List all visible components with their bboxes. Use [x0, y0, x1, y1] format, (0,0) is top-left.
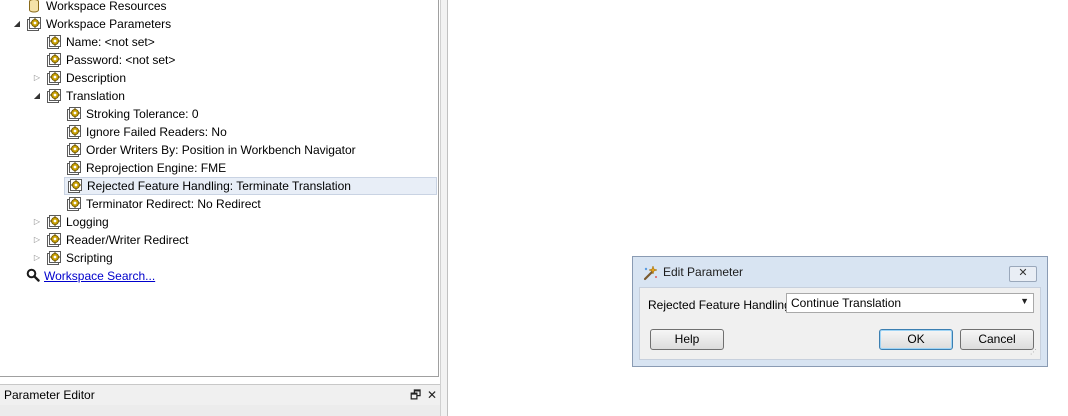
edit-parameter-dialog: Edit Parameter ✕ Rejected Feature Handli…: [632, 256, 1048, 367]
ok-button[interactable]: OK: [879, 329, 953, 350]
tree-item[interactable]: Order Writers By: Position in Workbench …: [66, 141, 356, 159]
gear-icon: [66, 106, 82, 122]
tree-item[interactable]: ▷ Reader/Writer Redirect: [34, 231, 189, 249]
panel-splitter[interactable]: [440, 0, 448, 416]
gear-icon: [46, 214, 62, 230]
tree-item-label: Scripting: [66, 251, 113, 265]
collapse-arrow-icon[interactable]: ◢: [32, 91, 42, 101]
parameter-editor-titlebar: Parameter Editor 🗗 ✕: [0, 384, 440, 406]
tree-item[interactable]: ▷ Scripting: [34, 249, 113, 267]
tree-item[interactable]: ▷ Logging: [34, 213, 109, 231]
tree-item[interactable]: Workspace Resources: [26, 0, 167, 15]
gear-icon: [46, 88, 62, 104]
expand-arrow-icon[interactable]: ▷: [32, 253, 42, 263]
expand-arrow-icon[interactable]: ▷: [32, 73, 42, 83]
dropdown-selected-value: Continue Translation: [791, 296, 902, 310]
tree-item[interactable]: Stroking Tolerance: 0: [66, 105, 199, 123]
dialog-title: Edit Parameter: [663, 265, 744, 279]
tree-item-label: Workspace Resources: [46, 0, 167, 13]
gear-icon: [46, 52, 62, 68]
tree-item-label: Name: <not set>: [66, 35, 155, 49]
help-button[interactable]: Help: [650, 329, 724, 350]
gear-icon: [66, 142, 82, 158]
tree-item[interactable]: Terminator Redirect: No Redirect: [66, 195, 261, 213]
tree-item[interactable]: ◢ Workspace Parameters: [14, 15, 172, 33]
parameter-editor-title: Parameter Editor: [4, 388, 95, 402]
collapse-arrow-icon[interactable]: ◢: [12, 19, 22, 29]
gear-icon: [66, 160, 82, 176]
tree-item-label: Order Writers By: Position in Workbench …: [86, 143, 356, 157]
wand-icon: [642, 265, 658, 281]
dropdown-arrow-icon: ▼: [1020, 296, 1029, 306]
expand-arrow-icon[interactable]: ▷: [32, 217, 42, 227]
tree-item[interactable]: Ignore Failed Readers: No: [66, 123, 227, 141]
tree-item[interactable]: Name: <not set>: [46, 33, 155, 51]
tree-item-label: Stroking Tolerance: 0: [86, 107, 199, 121]
tree-item-label: Workspace Parameters: [46, 17, 172, 31]
tree-item-label: Rejected Feature Handling: Terminate Tra…: [87, 179, 351, 193]
resize-grip-icon[interactable]: ⋰: [1030, 349, 1038, 357]
gear-icon: [46, 250, 62, 266]
tree-item[interactable]: Rejected Feature Handling: Terminate Tra…: [64, 177, 437, 195]
tree-item-label: Translation: [66, 89, 125, 103]
tree-item-label: Reader/Writer Redirect: [66, 233, 189, 247]
gear-icon: [26, 16, 42, 32]
gear-icon: [66, 196, 82, 212]
tree-item[interactable]: ◢ Translation: [34, 87, 125, 105]
close-panel-icon[interactable]: ✕: [427, 385, 437, 405]
gear-icon: [66, 124, 82, 140]
dialog-titlebar[interactable]: Edit Parameter ✕: [633, 257, 1047, 287]
parameter-editor-body: [0, 405, 441, 416]
dialog-body: Rejected Feature Handling: Continue Tran…: [639, 287, 1041, 360]
tree-item-label: Description: [66, 71, 127, 85]
expand-arrow-icon[interactable]: ▷: [32, 235, 42, 245]
tree-item-label: Ignore Failed Readers: No: [86, 125, 227, 139]
tree-item-label: Reprojection Engine: FME: [86, 161, 227, 175]
parameter-value-dropdown[interactable]: Continue Translation ▼: [786, 293, 1034, 313]
float-panel-icon[interactable]: 🗗: [410, 385, 421, 405]
tree-item[interactable]: Password: <not set>: [46, 51, 175, 69]
workspace-search-link[interactable]: Workspace Search...: [44, 267, 155, 285]
dialog-close-button[interactable]: ✕: [1009, 266, 1037, 282]
tree-item-label: Password: <not set>: [66, 53, 176, 67]
parameter-label: Rejected Feature Handling:: [648, 298, 795, 312]
gear-icon: [46, 232, 62, 248]
workspace-search-row[interactable]: Workspace Search...: [26, 267, 155, 285]
tree-item[interactable]: Reprojection Engine: FME: [66, 159, 226, 177]
tree-item-label: Terminator Redirect: No Redirect: [86, 197, 261, 211]
workbench-navigator: Workspace Resources ◢ Workspace Parameters…: [0, 0, 439, 377]
gear-icon: [67, 178, 83, 194]
gear-icon: [46, 34, 62, 50]
gear-icon: [46, 70, 62, 86]
tree-item-label: Logging: [66, 215, 109, 229]
database-icon: [26, 0, 42, 14]
magnifier-icon: [26, 268, 40, 284]
cancel-button[interactable]: Cancel: [960, 329, 1034, 350]
tree-item[interactable]: ▷ Description: [34, 69, 127, 87]
